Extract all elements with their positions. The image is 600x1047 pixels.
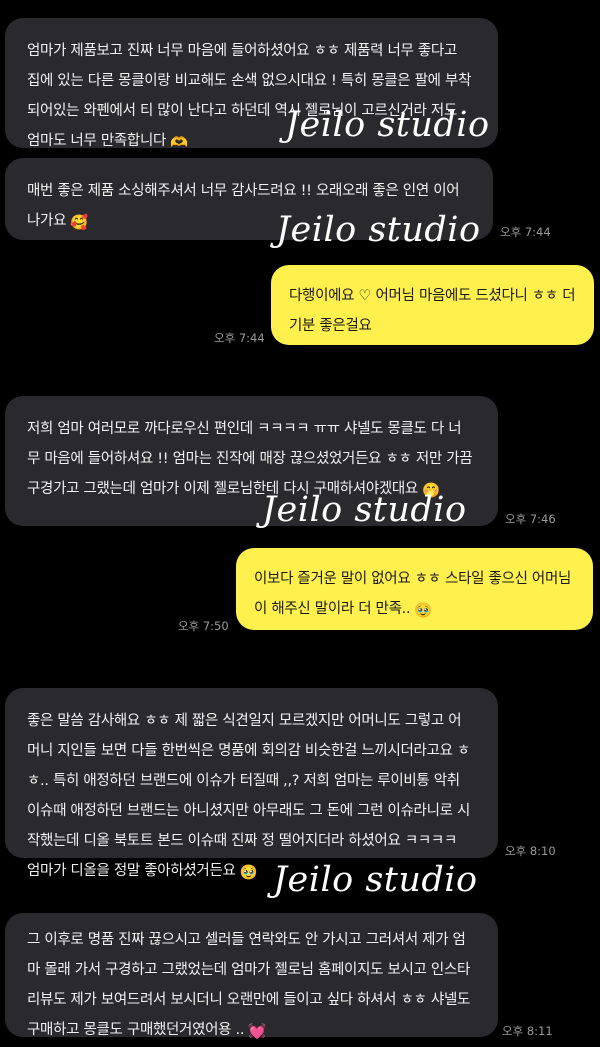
message-bubble[interactable]: 그 이후로 명품 진짜 끊으시고 셀러들 연락와도 안 가시고 그러셔서 제가 … [5,913,498,1040]
watermark: Jeilo studio [276,210,481,250]
watermark: Jeilo studio [273,860,478,900]
message-bubble[interactable]: 좋은 말씀 감사해요 ㅎㅎ 제 짧은 식견일지 모르겠지만 어머니도 그렇고 어… [5,688,498,881]
message-bubble-sent[interactable]: 다행이에요 ♡ 어머님 마음에도 드셨다니 ㅎㅎ 더 기분 좋은걸요 [271,265,594,345]
message-time: 오후 8:11 [502,1024,553,1038]
message-time: 오후 7:44 [214,331,265,345]
message-time: 오후 7:50 [178,619,229,633]
message-time: 오후 8:10 [505,844,556,858]
message-text: 저희 엄마 여러모로 까다로우신 편인데 ㅋㅋㅋㅋ ㅠㅠ 샤넬도 몽클도 다 너… [27,421,473,497]
watermark: Jeilo studio [285,105,490,145]
message-time: 오후 7:46 [505,512,556,526]
pleading-face-emoji-icon: 🥹 [239,865,258,881]
message-bubble-sent[interactable]: 이보다 즐거운 말이 없어요 ㅎㅎ 스타일 좋으신 어머님이 해주신 말이라 더… [236,548,593,630]
heart-hands-emoji-icon: 🫶 [170,135,188,151]
message-text: 이보다 즐거운 말이 없어요 ㅎㅎ 스타일 좋으신 어머님이 해주신 말이라 더… [254,571,572,617]
message-text: 좋은 말씀 감사해요 ㅎㅎ 제 짧은 식견일지 모르겠지만 어머니도 그렇고 어… [27,713,471,879]
message-time: 오후 7:44 [500,225,551,239]
smiling-hearts-emoji-icon: 🥰 [70,215,88,231]
pleading-face-emoji-icon: 🥹 [414,603,433,619]
watermark: Jeilo studio [262,490,467,530]
pink-heart-emoji-icon: 💓 [248,1024,266,1040]
message-text: 다행이에요 ♡ 어머님 마음에도 드셨다니 ㅎㅎ 더 기분 좋은걸요 [289,288,576,334]
